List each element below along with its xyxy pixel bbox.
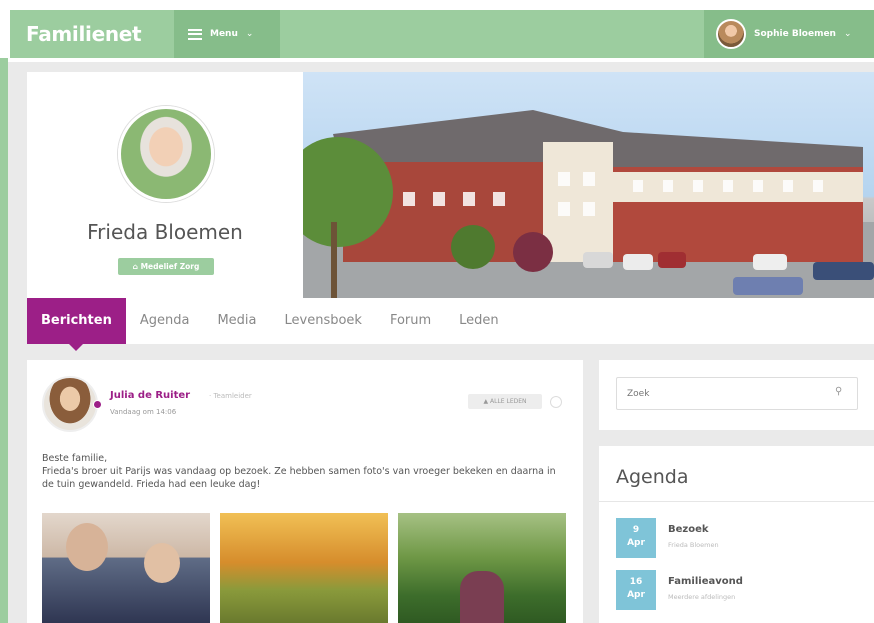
online-status-dot	[93, 400, 102, 409]
search-icon[interactable]: ⚲	[835, 386, 842, 397]
search-input[interactable]	[616, 377, 858, 410]
post-text: Frieda's broer uit Parijs was vandaag op…	[42, 466, 556, 490]
tab-leden[interactable]: Leden	[445, 298, 513, 344]
profile-photo[interactable]	[118, 106, 214, 202]
post-timestamp: Vandaag om 14:06	[110, 408, 177, 416]
chevron-down-icon: ⌄	[843, 29, 852, 39]
post-options-icon[interactable]	[550, 396, 562, 408]
menu-label: Menu	[210, 29, 238, 39]
search-card: ⚲	[599, 360, 874, 430]
event-title: Familieavond	[668, 576, 743, 587]
tab-agenda[interactable]: Agenda	[126, 298, 204, 344]
date-day: 16	[629, 577, 643, 587]
divider	[599, 501, 874, 502]
left-accent-stripe	[0, 58, 8, 623]
post-photo[interactable]	[220, 513, 388, 623]
audience-label: ALLE LEDEN	[490, 398, 527, 405]
audience-badge[interactable]: ▲ ALLE LEDEN	[468, 394, 542, 409]
cover-illustration	[303, 110, 874, 298]
event-title: Bezoek	[668, 524, 709, 535]
profile-card: Frieda Bloemen ⌂ Medelief Zorg	[27, 72, 303, 298]
profile-name: Frieda Bloemen	[87, 220, 243, 244]
post-author[interactable]: Julia de Ruiter	[110, 390, 190, 401]
date-month: Apr	[627, 590, 645, 600]
avatar	[716, 19, 746, 49]
event-subtitle: Frieda Bloemen	[668, 541, 719, 549]
lock-icon: ▲	[483, 398, 489, 405]
agenda-item[interactable]: 16 Apr Familieavond Meerdere afdelingen	[616, 570, 866, 610]
tab-forum[interactable]: Forum	[376, 298, 445, 344]
post-card: Julia de Ruiter · Teamleider Vandaag om …	[27, 360, 583, 623]
date-day: 9	[632, 525, 640, 535]
author-avatar[interactable]	[42, 376, 98, 432]
brand-logo[interactable]: Familienet	[10, 22, 174, 46]
post-greeting: Beste familie,	[42, 453, 108, 464]
post-photo[interactable]	[42, 513, 210, 623]
top-bar: Familienet Menu ⌄ Sophie Bloemen ⌄	[0, 0, 874, 62]
agenda-item[interactable]: 9 Apr Bezoek Frieda Bloemen	[616, 518, 866, 558]
user-menu[interactable]: Sophie Bloemen ⌄	[704, 10, 874, 58]
agenda-card: Agenda 9 Apr Bezoek Frieda Bloemen 16 Ap…	[599, 446, 874, 623]
chevron-down-icon: ⌄	[245, 29, 254, 39]
user-name: Sophie Bloemen	[754, 29, 836, 39]
agenda-title: Agenda	[616, 466, 689, 488]
post-photo[interactable]	[398, 513, 566, 623]
role-text: Teamleider	[213, 392, 252, 400]
organization-badge: ⌂ Medelief Zorg	[118, 258, 214, 275]
cover-photo	[303, 72, 874, 298]
top-bar-inner: Familienet Menu ⌄ Sophie Bloemen ⌄	[10, 10, 874, 58]
menu-button[interactable]: Menu ⌄	[174, 10, 280, 58]
tab-berichten[interactable]: Berichten	[27, 298, 126, 351]
event-subtitle: Meerdere afdelingen	[668, 593, 736, 601]
post-photo-gallery	[42, 513, 566, 623]
date-badge: 9 Apr	[616, 518, 656, 558]
date-badge: 16 Apr	[616, 570, 656, 610]
date-month: Apr	[627, 538, 645, 548]
post-author-role: · Teamleider	[209, 392, 252, 400]
profile-tabs: Berichten Agenda Media Levensboek Forum …	[27, 298, 874, 351]
tab-levensboek[interactable]: Levensboek	[271, 298, 376, 344]
organization-label: Medelief Zorg	[140, 262, 200, 271]
tab-media[interactable]: Media	[203, 298, 270, 344]
post-body: Beste familie, Frieda's broer uit Parijs…	[42, 452, 562, 491]
hamburger-icon	[188, 28, 202, 40]
